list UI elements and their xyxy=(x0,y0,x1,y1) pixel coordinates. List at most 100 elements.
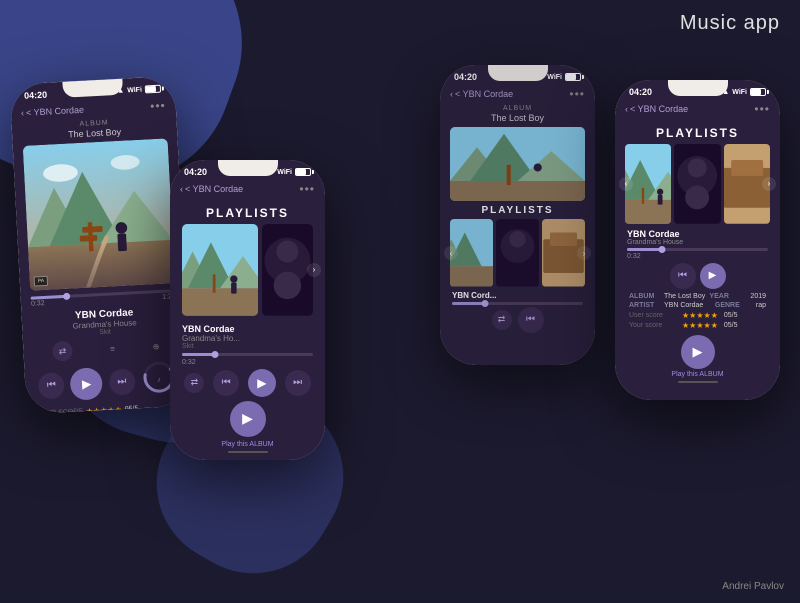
playlists-title-4: PLAYLISTS xyxy=(625,126,770,140)
rewind-btn-4[interactable]: ⏮ xyxy=(670,263,696,289)
carousel-next-3[interactable]: › xyxy=(577,246,591,260)
playlist-thumbs-2 xyxy=(180,224,315,316)
controls-2: ⇄ ⏮ ▶ ⏭ xyxy=(180,369,315,397)
back-btn-3[interactable]: ‹ < YBN Cordae xyxy=(450,89,513,99)
carousel-prev-4[interactable]: ‹ xyxy=(619,177,633,191)
progress-fill-2 xyxy=(182,353,215,356)
time-4: 04:20 xyxy=(629,87,652,97)
carousel-prev-3[interactable]: ‹ xyxy=(444,246,458,260)
year-key-4: Year xyxy=(709,293,744,300)
big-play-btn-2[interactable]: ▶ xyxy=(230,401,266,437)
genre-key-4: Genre xyxy=(715,302,750,309)
progress-dot-2[interactable] xyxy=(211,351,218,358)
back-label-4: < YBN Cordae xyxy=(630,104,688,114)
play-album-text-4: Play this ALBUM xyxy=(625,371,770,378)
genre-val-4: rap xyxy=(756,302,766,309)
rewind-btn-1[interactable]: ⏮ xyxy=(38,372,65,399)
home-bar-2 xyxy=(170,448,325,458)
carousel-next-4[interactable]: › xyxy=(762,177,776,191)
song-title-3: YBN Cord... xyxy=(452,291,583,300)
big-play-area-2: ▶ xyxy=(180,401,315,437)
play-btn-4[interactable]: ▶ xyxy=(700,263,726,289)
carousel-next-2[interactable]: › xyxy=(307,263,321,277)
back-icon-3: ‹ xyxy=(450,89,453,99)
play-album-label-2: Play this ALBUM xyxy=(180,441,315,448)
user-score-4: User score ★★★★★ 05/5 xyxy=(629,311,766,320)
album-details-4: ALBUM The Lost Boy Year 2019 Artist YBN … xyxy=(625,293,770,330)
battery-icon-1 xyxy=(145,85,161,94)
mini-player-3: YBN Cord... xyxy=(450,291,585,305)
playlists-title-2: PLAYLISTS xyxy=(180,206,315,220)
progress-dot-3[interactable] xyxy=(481,300,488,307)
rewind-btn-2[interactable]: ⏮ xyxy=(213,370,239,396)
phone-2: 04:20 ▲▲▲ WiFi ‹ < YBN Cordae ••• PLAYLI… xyxy=(170,160,325,460)
add-btn-1[interactable]: ⊕ xyxy=(153,342,160,351)
screen-1: ‹ < YBN Cordae ••• ALBUM The Lost Boy xyxy=(11,96,192,414)
time-display-2: 0:32 xyxy=(182,359,313,366)
album-parental-1: PA xyxy=(34,276,49,287)
artist-val-4: YBN Cordae xyxy=(664,302,703,309)
more-btn-1[interactable]: ••• xyxy=(150,98,166,113)
rewind-btn-3[interactable]: ⏮ xyxy=(518,307,544,333)
album-key-4: ALBUM xyxy=(629,293,664,300)
playlist-thumb-main-2[interactable] xyxy=(182,224,258,316)
big-play-btn-4[interactable]: ▶ xyxy=(681,335,715,369)
progress-bar-3[interactable] xyxy=(452,302,583,305)
progress-bar-2[interactable] xyxy=(182,353,313,356)
back-btn-4[interactable]: ‹ < YBN Cordae xyxy=(625,104,688,114)
progress-fill-3 xyxy=(452,302,485,305)
album-val-4: The Lost Boy xyxy=(664,293,705,300)
battery-icon-3 xyxy=(565,73,581,81)
screen-3: ‹ < YBN Cordae ••• ALBUM The Lost Boy xyxy=(440,85,595,333)
more-btn-4[interactable]: ••• xyxy=(754,102,770,116)
time-3: 04:20 xyxy=(454,72,477,82)
your-stars-4: ★★★★★ xyxy=(682,321,718,330)
shuffle-btn-1[interactable]: ⇄ xyxy=(52,341,73,362)
your-score-label-4: Your score xyxy=(629,322,679,329)
forward-btn-1[interactable]: ⏭ xyxy=(108,368,135,395)
play-btn-2[interactable]: ▶ xyxy=(248,369,276,397)
mini-player-2: YBN Cordae Grandma's Ho... Skit 0:32 xyxy=(180,324,315,366)
nav-bar-2: ‹ < YBN Cordae ••• xyxy=(180,180,315,200)
main-controls-1: ⏮ ▶ ⏭ ♪ xyxy=(34,358,181,407)
back-btn-2[interactable]: ‹ < YBN Cordae xyxy=(180,184,243,194)
forward-btn-2[interactable]: ⏭ xyxy=(285,370,311,396)
playlists-title-3: PLAYLISTS xyxy=(450,205,585,216)
home-bar-4 xyxy=(615,378,780,388)
playlist-thumb-side-2[interactable] xyxy=(262,224,313,316)
shuffle-btn-3[interactable]: ⇄ xyxy=(492,310,512,330)
playlist-thumb-2-4[interactable] xyxy=(674,144,720,224)
song-info-1: YBN Cordae Grandma's House Skit xyxy=(31,305,177,340)
home-indicator-4 xyxy=(678,381,718,383)
wifi-icon-1: WiFi xyxy=(127,86,142,94)
phone-notch-4 xyxy=(668,80,728,96)
wifi-icon-4: WiFi xyxy=(732,89,747,96)
back-label-1: < YBN Cordae xyxy=(26,105,85,118)
your-score-4: Your score ★★★★★ 05/5 xyxy=(629,321,766,330)
album-row-4: ALBUM The Lost Boy Year 2019 xyxy=(629,293,766,300)
back-icon-1: ‹ xyxy=(21,108,25,118)
play-btn-1[interactable]: ▶ xyxy=(70,367,104,401)
battery-icon-4 xyxy=(750,88,766,96)
progress-dot-4[interactable] xyxy=(659,246,666,253)
genre-group-4: Genre rap xyxy=(715,302,766,309)
time-current-1: 0:32 xyxy=(31,300,45,308)
more-btn-2[interactable]: ••• xyxy=(299,182,315,196)
shuffle-btn-2[interactable]: ⇄ xyxy=(184,373,204,393)
volume-icon-1: ♪ xyxy=(157,376,161,383)
song-album-2: Grandma's Ho... xyxy=(182,334,313,343)
year-val-4: 2019 xyxy=(750,293,766,300)
back-btn-1[interactable]: ‹ < YBN Cordae xyxy=(21,105,85,118)
album-art-3 xyxy=(450,127,585,201)
screen-2: ‹ < YBN Cordae ••• PLAYLISTS xyxy=(170,180,325,448)
back-label-2: < YBN Cordae xyxy=(185,184,243,194)
volume-indicator-1: ≡ xyxy=(110,344,115,353)
phone-notch-2 xyxy=(218,160,278,176)
playlist-thumb-2-3[interactable] xyxy=(496,219,539,287)
more-btn-3[interactable]: ••• xyxy=(569,87,585,101)
carousel-4: ‹ xyxy=(625,144,770,224)
user-stars-4: ★★★★★ xyxy=(682,311,718,320)
mini-player-4: YBN Cordae Grandma's House 0:32 xyxy=(625,229,770,260)
progress-bar-4[interactable] xyxy=(627,248,768,251)
user-score-val-4: 05/5 xyxy=(724,312,738,319)
